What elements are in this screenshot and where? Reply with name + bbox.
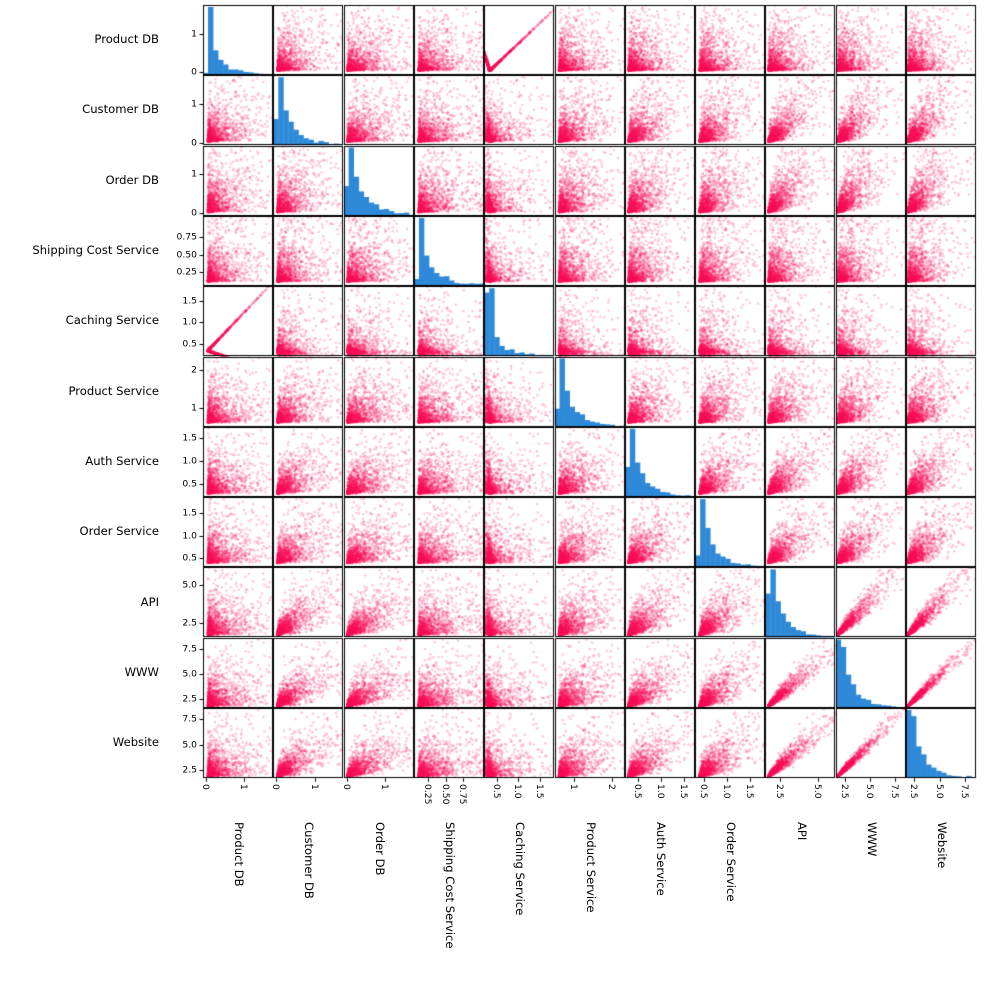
scatter-matrix-figure: Product DB 0 1 Customer DB 0 1 Order DB 0 1 Shipp… [0, 0, 986, 981]
scatter-matrix-canvas[interactable] [0, 0, 986, 981]
